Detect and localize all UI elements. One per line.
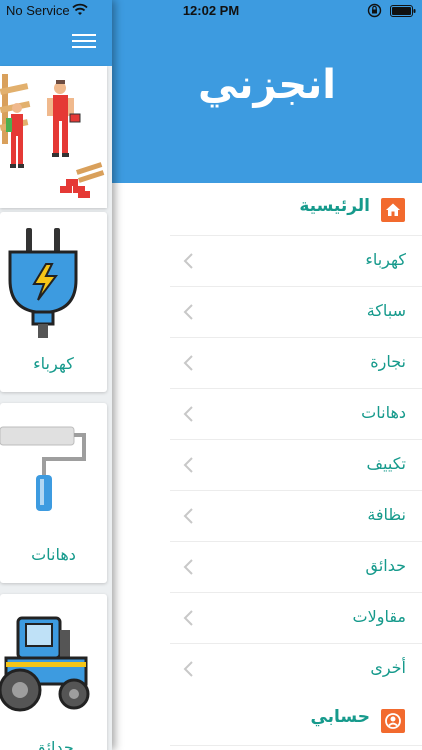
app-screen: No Service 12:02 PM كهرباء دهانات حدائق … (0, 0, 422, 750)
drawer-item-gardens[interactable]: حدائق (170, 542, 422, 593)
service-card-label: حدائق (33, 738, 74, 750)
drawer-item-label: كهرباء (365, 250, 406, 269)
drawer-item-plumbing[interactable]: سباكة (170, 287, 422, 338)
clock: 12:02 PM (182, 3, 240, 18)
drawer-header: انجزني (112, 0, 422, 183)
paint-roller-icon (0, 426, 86, 511)
chevron-left-icon (183, 406, 193, 422)
drawer-section-home[interactable]: الرئيسية (112, 184, 422, 236)
drawer-section-label: حسابي (310, 707, 370, 727)
drawer-item-contracting[interactable]: مقاولات (170, 593, 422, 644)
chevron-left-icon (183, 253, 193, 269)
tractor-icon (0, 616, 90, 712)
drawer-item-carpentry[interactable]: نجارة (170, 338, 422, 389)
menu-icon[interactable] (72, 34, 96, 52)
chevron-left-icon (183, 661, 193, 677)
drawer-item-painting[interactable]: دهانات (170, 389, 422, 440)
drawer-item-label: دهانات (361, 403, 406, 422)
main-page-background: كهرباء دهانات حدائق (0, 0, 112, 750)
drawer-item-other[interactable]: أخرى (170, 644, 422, 695)
chevron-left-icon (183, 304, 193, 320)
drawer-item-air-conditioning[interactable]: تكييف (170, 440, 422, 491)
service-card-label: كهرباء (33, 354, 74, 373)
chevron-left-icon (183, 457, 193, 473)
service-card-paint[interactable]: دهانات (0, 403, 107, 583)
drawer-item-label: نظافة (367, 505, 406, 524)
drawer-item-electricity[interactable]: كهرباء (170, 236, 422, 287)
divider (170, 745, 422, 746)
user-icon (381, 709, 405, 733)
drawer-section-label: الرئيسية (299, 196, 370, 216)
drawer-item-label: تكييف (366, 454, 406, 473)
chevron-left-icon (183, 610, 193, 626)
brand-logo-text: انجزني (198, 62, 337, 108)
drawer-item-label: مقاولات (352, 607, 406, 626)
battery-icon (390, 5, 416, 17)
drawer-item-label: أخرى (370, 658, 406, 677)
drawer-item-label: حدائق (365, 556, 406, 575)
drawer-item-label: نجارة (370, 352, 406, 371)
banner-card (0, 66, 107, 208)
service-card-gardens[interactable]: حدائق (0, 594, 107, 750)
home-icon (381, 198, 405, 222)
chevron-left-icon (183, 355, 193, 371)
chevron-left-icon (183, 559, 193, 575)
chevron-left-icon (183, 508, 193, 524)
service-card-electricity[interactable]: كهرباء (0, 212, 107, 392)
drawer-section-account[interactable]: حسابي (112, 695, 422, 747)
workers-illustration (0, 66, 107, 208)
drawer-item-label: سباكة (366, 301, 406, 320)
electric-plug-icon (8, 228, 78, 338)
drawer-item-cleaning[interactable]: نظافة (170, 491, 422, 542)
service-card-label: دهانات (31, 545, 76, 564)
rotation-lock-icon (367, 3, 382, 18)
side-drawer: انجزني الرئيسية كهرباء سباكة نجارة دهانا… (112, 0, 422, 750)
status-bar: No Service 12:02 PM (0, 0, 422, 22)
